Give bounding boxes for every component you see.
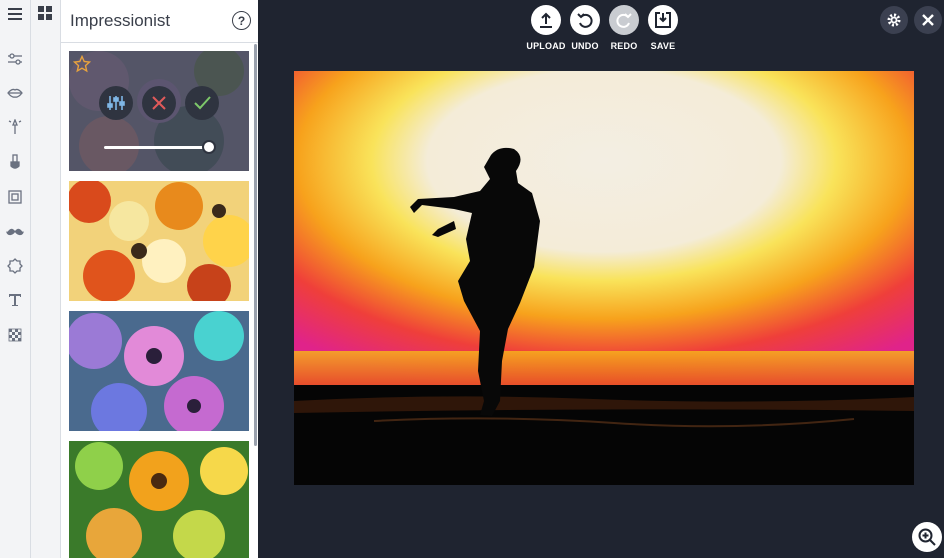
frame-icon[interactable]: [5, 187, 25, 207]
panel-title: Impressionist: [70, 11, 171, 30]
apply-effect-button[interactable]: [185, 86, 219, 120]
upload-icon: [540, 12, 552, 28]
magic-wand-icon[interactable]: [5, 117, 25, 137]
save-label: SAVE: [650, 41, 676, 51]
lips-icon[interactable]: [5, 83, 25, 103]
effects-rail: [31, 0, 61, 558]
panel-header: Impressionist ?: [61, 0, 258, 43]
intensity-slider-handle[interactable]: [201, 140, 216, 154]
settings-button[interactable]: [880, 6, 908, 34]
tool-rail: [0, 0, 31, 558]
zoom-in-icon: [918, 528, 936, 546]
help-label: ?: [237, 13, 246, 28]
badge-icon[interactable]: [5, 256, 25, 276]
undo-icon: [577, 13, 593, 28]
close-icon: [922, 14, 934, 26]
save-button[interactable]: [648, 5, 678, 35]
gear-icon: [887, 13, 901, 27]
text-icon[interactable]: [5, 290, 25, 310]
zoom-button[interactable]: [912, 522, 942, 552]
intensity-slider-track[interactable]: [104, 146, 214, 149]
texture-icon[interactable]: [5, 325, 25, 345]
effect-thumb-green-flowers[interactable]: [69, 441, 249, 558]
effect-thumb-warm-flowers[interactable]: [69, 181, 249, 301]
help-button[interactable]: ?: [232, 11, 251, 30]
panel-scrollbar[interactable]: [254, 44, 257, 446]
close-button[interactable]: [914, 6, 942, 34]
grid-icon[interactable]: [37, 5, 53, 21]
photo-canvas[interactable]: [294, 71, 914, 485]
effect-thumb-cool-flowers[interactable]: [69, 311, 249, 431]
save-icon: [655, 12, 671, 28]
adjust-icon[interactable]: [5, 49, 25, 69]
redo-button[interactable]: [609, 5, 639, 35]
redo-icon: [616, 13, 632, 28]
favorite-star-icon[interactable]: [73, 55, 91, 73]
undo-button[interactable]: [570, 5, 600, 35]
mustache-icon[interactable]: [5, 222, 25, 242]
paint-brush-icon[interactable]: [5, 152, 25, 172]
effect-settings-button[interactable]: [99, 86, 133, 120]
effect-thumb-active[interactable]: [69, 51, 249, 171]
cancel-effect-button[interactable]: [142, 86, 176, 120]
menu-icon[interactable]: [5, 4, 25, 24]
upload-button[interactable]: [531, 5, 561, 35]
